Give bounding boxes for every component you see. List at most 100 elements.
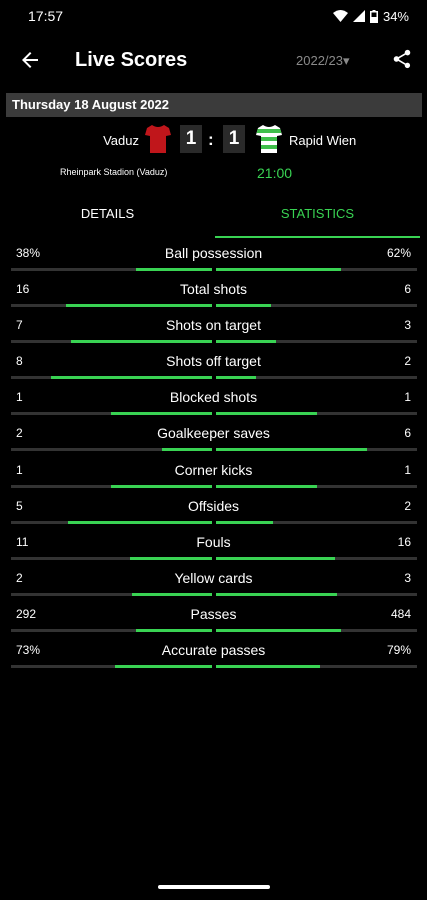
stat-away-value: 3: [404, 318, 411, 333]
match-date: Thursday 18 August 2022: [6, 93, 422, 117]
stat-home-bar: [111, 412, 212, 416]
stat-label: Fouls: [196, 533, 231, 550]
stat-away-value: 79%: [386, 643, 411, 658]
stat-away-bar: [216, 268, 341, 271]
stat-home-bar: [51, 376, 212, 380]
stat-home-bar: [68, 520, 212, 524]
stat-away-bar-track: [216, 592, 417, 596]
season-label: 2022/23: [296, 53, 343, 68]
stat-label: Offsides: [187, 497, 240, 514]
stat-home-bar-track: [11, 448, 212, 452]
stat-row: 1 Blocked shots 1: [0, 384, 427, 420]
stat-label: Goalkeeper saves: [157, 425, 270, 442]
stat-home-bar-track: [11, 520, 212, 524]
stat-away-bar: [216, 628, 341, 632]
stat-away-value: 16: [397, 534, 411, 549]
stat-row: 2 Yellow cards 3: [0, 565, 427, 601]
stat-label: Shots on target: [166, 317, 261, 334]
stat-away-bar: [216, 484, 317, 488]
stat-away-bar: [216, 520, 273, 524]
battery-level: 34%: [382, 8, 409, 24]
stat-home-bar-track: [11, 268, 212, 271]
stat-away-bar-track: [216, 376, 417, 380]
stat-home-bar-track: [11, 556, 212, 560]
stat-home-bar-track: [11, 304, 212, 308]
stat-home-bar: [136, 628, 212, 632]
stat-home-bar-track: [11, 665, 212, 669]
stat-away-bar-track: [216, 628, 417, 632]
stat-label: Passes: [190, 605, 237, 622]
stat-row: 8 Shots off target 2: [0, 348, 427, 384]
stadium-name: Rheinpark Stadion (Vaduz): [60, 167, 168, 177]
stat-label: Total shots: [180, 281, 247, 298]
status-bar: 17:57 34%: [0, 0, 427, 32]
home-indicator[interactable]: [158, 885, 270, 889]
stat-home-bar-track: [11, 376, 212, 380]
stat-away-value: 484: [390, 606, 411, 621]
score-separator: :: [208, 130, 214, 149]
stat-away-value: 1: [404, 462, 411, 477]
season-dropdown[interactable]: 2022/23▾: [296, 53, 350, 69]
stat-home-bar-track: [11, 412, 212, 416]
stat-row: 11 Fouls 16: [0, 529, 427, 565]
stat-home-bar: [130, 556, 212, 560]
stat-label: Ball possession: [164, 245, 263, 261]
stat-away-value: 2: [404, 498, 411, 513]
stat-away-value: 6: [404, 426, 411, 441]
stat-away-bar-track: [216, 484, 417, 488]
stat-row: 73% Accurate passes 79%: [0, 637, 427, 673]
status-time: 17:57: [28, 8, 64, 24]
kickoff-time: 21:00: [257, 165, 293, 181]
home-jersey-icon: [145, 125, 171, 153]
stat-label: Yellow cards: [174, 569, 253, 586]
signal-icon: [352, 10, 365, 22]
stat-home-bar: [136, 268, 212, 271]
stat-away-bar: [216, 665, 320, 669]
app-bar: Live Scores 2022/23▾: [0, 32, 427, 88]
statistics-list: 38% Ball possession 62% 16 Total shots 6 7 Shot…: [0, 240, 427, 673]
stat-row: 292 Passes 484: [0, 601, 427, 637]
tab-details[interactable]: DETAILS: [0, 196, 215, 236]
home-team-name: Vaduz: [103, 133, 139, 148]
stat-away-bar-track: [216, 304, 417, 308]
stat-away-value: 62%: [386, 246, 411, 260]
stat-label: Corner kicks: [174, 461, 253, 478]
stat-home-bar-track: [11, 484, 212, 488]
wifi-icon: [332, 10, 348, 22]
stat-away-bar: [216, 448, 367, 452]
stat-away-bar-track: [216, 448, 417, 452]
page-title: Live Scores: [75, 49, 188, 71]
stat-home-bar: [71, 340, 212, 344]
stat-label: Shots off target: [166, 353, 261, 370]
stat-row: 38% Ball possession 62%: [0, 240, 427, 276]
stat-away-bar: [216, 412, 317, 416]
dropdown-arrow-icon: ▾: [343, 53, 350, 68]
stat-away-value: 6: [404, 282, 411, 297]
stat-away-bar-track: [216, 556, 417, 560]
stat-away-value: 2: [404, 354, 411, 369]
tab-statistics[interactable]: STATISTICS: [215, 196, 420, 238]
stat-home-bar: [162, 448, 212, 452]
battery-icon: [369, 9, 378, 23]
stat-away-value: 3: [404, 570, 411, 585]
stat-row: 1 Corner kicks 1: [0, 457, 427, 493]
away-score: 1: [223, 125, 245, 153]
stat-away-bar-track: [216, 520, 417, 524]
stat-home-bar-track: [11, 628, 212, 632]
stat-away-bar-track: [216, 412, 417, 416]
back-arrow-icon[interactable]: [18, 48, 42, 72]
home-score: 1: [180, 125, 202, 153]
match-header: Vaduz 1 : 1 Rapid Wien Rheinpark Stadion…: [0, 120, 427, 190]
away-team-name: Rapid Wien: [289, 133, 357, 148]
away-jersey-icon: [256, 125, 282, 153]
stat-row: 2 Goalkeeper saves 6: [0, 420, 427, 456]
stat-away-bar: [216, 376, 256, 380]
stat-away-bar: [216, 556, 335, 560]
status-icons: 34%: [332, 8, 409, 24]
stat-away-value: 1: [404, 390, 411, 405]
stat-label: Accurate passes: [161, 642, 266, 659]
share-icon[interactable]: [391, 48, 413, 70]
stat-home-bar-track: [11, 340, 212, 344]
stat-home-bar-track: [11, 592, 212, 596]
stat-away-bar-track: [216, 340, 417, 344]
